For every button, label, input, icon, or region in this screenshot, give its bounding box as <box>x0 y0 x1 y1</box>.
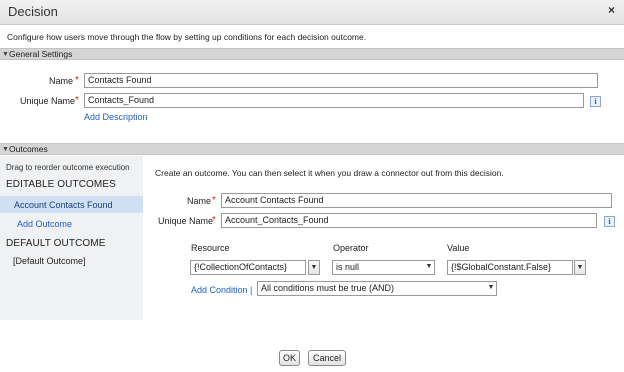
collapse-triangle-icon[interactable]: ▼ <box>2 50 9 60</box>
value-combobox[interactable]: {!$GlobalConstant.False} <box>447 260 573 275</box>
outcome-name-input[interactable]: Account Contacts Found <box>221 193 612 208</box>
general-settings-label: General Settings <box>9 49 73 59</box>
outcome-intro: Create an outcome. You can then select i… <box>155 168 504 178</box>
outcome-unique-name-label: Unique Name <box>158 216 214 226</box>
outcomes-header[interactable]: ▼ Outcomes <box>0 143 624 155</box>
dialog-title-bar <box>0 0 624 25</box>
required-icon: * <box>212 195 216 206</box>
dialog-description: Configure how users move through the flo… <box>7 32 367 42</box>
close-icon[interactable]: × <box>608 3 615 17</box>
value-column-header: Value <box>447 243 470 253</box>
resource-column-header: Resource <box>191 243 230 253</box>
add-condition-link[interactable]: Add Condition | <box>191 285 252 295</box>
info-icon[interactable]: i <box>590 96 601 107</box>
add-description-link[interactable]: Add Description <box>84 112 148 122</box>
outcome-item[interactable]: Account Contacts Found <box>14 200 113 210</box>
drag-hint: Drag to reorder outcome execution <box>6 163 130 172</box>
unique-name-input[interactable]: Contacts_Found <box>84 93 584 108</box>
operator-column-header: Operator <box>333 243 369 253</box>
name-label: Name <box>49 76 74 86</box>
default-outcome-item[interactable]: [Default Outcome] <box>13 256 86 266</box>
condition-logic-select[interactable]: All conditions must be true (AND) <box>257 281 497 296</box>
dialog-title: Decision <box>8 4 58 19</box>
chevron-down-icon[interactable]: ▼ <box>485 281 497 296</box>
chevron-down-icon[interactable]: ▼ <box>574 260 586 275</box>
operator-select[interactable]: is null <box>332 260 435 275</box>
outcome-name-label: Name <box>187 196 212 206</box>
default-outcome-heading: DEFAULT OUTCOME <box>6 238 106 249</box>
unique-name-label: Unique Name <box>20 96 76 106</box>
outcome-unique-name-input[interactable]: Account_Contacts_Found <box>221 213 597 228</box>
ok-button[interactable]: OK <box>279 350 300 366</box>
required-icon: * <box>75 75 79 86</box>
collapse-triangle-icon[interactable]: ▼ <box>2 145 9 155</box>
name-input[interactable]: Contacts Found <box>84 73 598 88</box>
chevron-down-icon[interactable]: ▼ <box>308 260 320 275</box>
add-outcome-link[interactable]: Add Outcome <box>17 219 72 229</box>
info-icon[interactable]: i <box>604 216 615 227</box>
outcomes-label: Outcomes <box>9 144 48 154</box>
editable-outcomes-heading: EDITABLE OUTCOMES <box>6 179 116 190</box>
cancel-button[interactable]: Cancel <box>308 350 346 366</box>
resource-combobox[interactable]: {!CollectionOfContacts} <box>190 260 306 275</box>
required-icon: * <box>212 215 216 226</box>
required-icon: * <box>75 95 79 106</box>
general-settings-header[interactable]: ▼ General Settings <box>0 48 624 60</box>
chevron-down-icon[interactable]: ▼ <box>423 260 435 275</box>
